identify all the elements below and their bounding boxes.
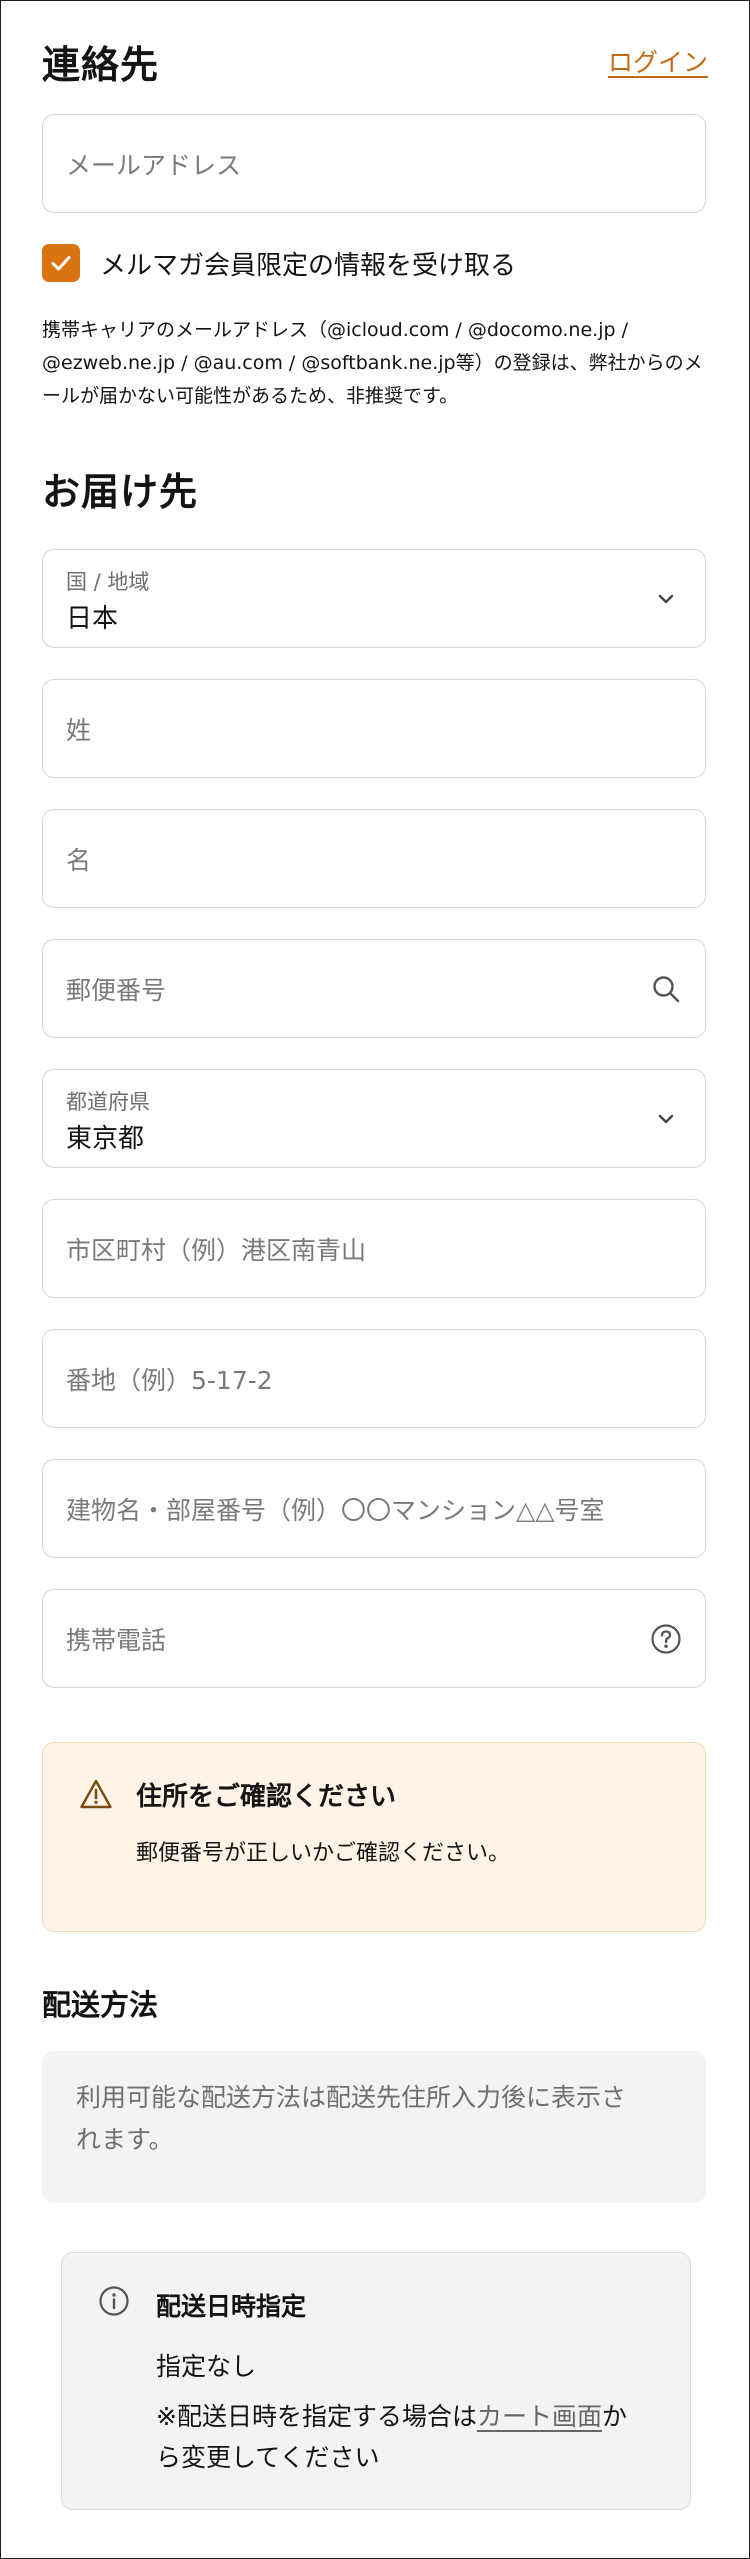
note-line-1: 携帯キャリアのメールアドレス（@icloud.com / @docomo.ne.… bbox=[42, 319, 628, 341]
contact-header: 連絡先 ログイン bbox=[42, 33, 708, 89]
login-link[interactable]: ログイン bbox=[608, 43, 708, 79]
search-icon[interactable] bbox=[649, 972, 683, 1006]
check-icon bbox=[51, 256, 71, 271]
question-icon[interactable] bbox=[649, 1622, 683, 1656]
warning-icon bbox=[79, 1778, 113, 1814]
country-value: 日本 bbox=[66, 604, 119, 634]
prefecture-label: 都道府県 bbox=[66, 1090, 150, 1114]
note-suffix-2: ら変更してください bbox=[156, 2443, 380, 2472]
warning-text: 郵便番号が正しいかご確認ください。 bbox=[136, 1841, 511, 1866]
warning-title: 住所をご確認ください bbox=[136, 1782, 397, 1812]
shipping-info-box: 利用可能な配送方法は配送先住所入力後に表示さ れます。 bbox=[42, 2051, 706, 2203]
postal-code-field[interactable]: 郵便番号 bbox=[42, 939, 706, 1038]
delivery-date-title: 配送日時指定 bbox=[156, 2292, 307, 2321]
street-placeholder: 番地（例）5-17-2 bbox=[66, 1365, 273, 1395]
phone-placeholder: 携帯電話 bbox=[66, 1625, 167, 1655]
info-icon bbox=[98, 2285, 130, 2321]
chevron-down-icon bbox=[649, 582, 683, 616]
country-select[interactable]: 国 / 地域 日本 bbox=[42, 549, 706, 648]
email-carrier-note: 携帯キャリアのメールアドレス（@icloud.com / @docomo.ne.… bbox=[42, 314, 708, 413]
newsletter-label: メルマガ会員限定の情報を受け取る bbox=[100, 250, 517, 281]
delivery-date-value: 指定なし bbox=[156, 2352, 257, 2381]
delivery-date-box: 配送日時指定 指定なし ※配送日時を指定する場合はカート画面か ら変更してくださ… bbox=[61, 2252, 691, 2510]
delivery-date-note: ※配送日時を指定する場合はカート画面か ら変更してください bbox=[156, 2396, 656, 2478]
address-warning: 住所をご確認ください 郵便番号が正しいかご確認ください。 bbox=[42, 1742, 706, 1932]
building-field[interactable]: 建物名・部屋番号（例）〇〇マンション△△号室 bbox=[42, 1459, 706, 1558]
city-placeholder: 市区町村（例）港区南青山 bbox=[66, 1235, 367, 1265]
shipping-info-line-1: 利用可能な配送方法は配送先住所入力後に表示さ bbox=[76, 2083, 627, 2112]
chevron-down-icon bbox=[649, 1102, 683, 1136]
email-placeholder: メールアドレス bbox=[66, 150, 242, 180]
note-line-2: @ezweb.ne.jp / @au.com / @softbank.ne.jp… bbox=[42, 352, 703, 374]
newsletter-checkbox-row[interactable]: メルマガ会員限定の情報を受け取る bbox=[42, 241, 708, 285]
first-name-field[interactable]: 名 bbox=[42, 809, 706, 908]
delivery-heading: お届け先 bbox=[42, 470, 199, 514]
street-field[interactable]: 番地（例）5-17-2 bbox=[42, 1329, 706, 1428]
first-name-placeholder: 名 bbox=[66, 845, 92, 875]
city-field[interactable]: 市区町村（例）港区南青山 bbox=[42, 1199, 706, 1298]
note-line-3: ールが届かない可能性があるため、非推奨です。 bbox=[42, 385, 459, 407]
shipping-info-line-2: れます。 bbox=[76, 2125, 174, 2154]
cart-page-link[interactable]: カート画面 bbox=[477, 2402, 602, 2431]
last-name-field[interactable]: 姓 bbox=[42, 679, 706, 778]
prefecture-select[interactable]: 都道府県 東京都 bbox=[42, 1069, 706, 1168]
newsletter-checkbox[interactable] bbox=[42, 244, 80, 282]
prefecture-value: 東京都 bbox=[66, 1124, 145, 1154]
checkout-form-page: 連絡先 ログイン メールアドレス メルマガ会員限定の情報を受け取る 携帯キャリア… bbox=[0, 0, 750, 2559]
email-field[interactable]: メールアドレス bbox=[42, 114, 706, 213]
building-placeholder: 建物名・部屋番号（例）〇〇マンション△△号室 bbox=[66, 1495, 605, 1525]
shipping-heading: 配送方法 bbox=[42, 1988, 159, 2022]
contact-heading: 連絡先 bbox=[42, 42, 160, 87]
country-label: 国 / 地域 bbox=[66, 570, 150, 594]
last-name-placeholder: 姓 bbox=[66, 715, 92, 745]
postal-code-placeholder: 郵便番号 bbox=[66, 975, 167, 1005]
phone-field[interactable]: 携帯電話 bbox=[42, 1589, 706, 1688]
note-suffix-1: か bbox=[601, 2402, 627, 2431]
note-prefix: ※配送日時を指定する場合は bbox=[156, 2402, 477, 2431]
delivery-date-note-line-1: ※配送日時を指定する場合はカート画面か bbox=[156, 2396, 656, 2437]
